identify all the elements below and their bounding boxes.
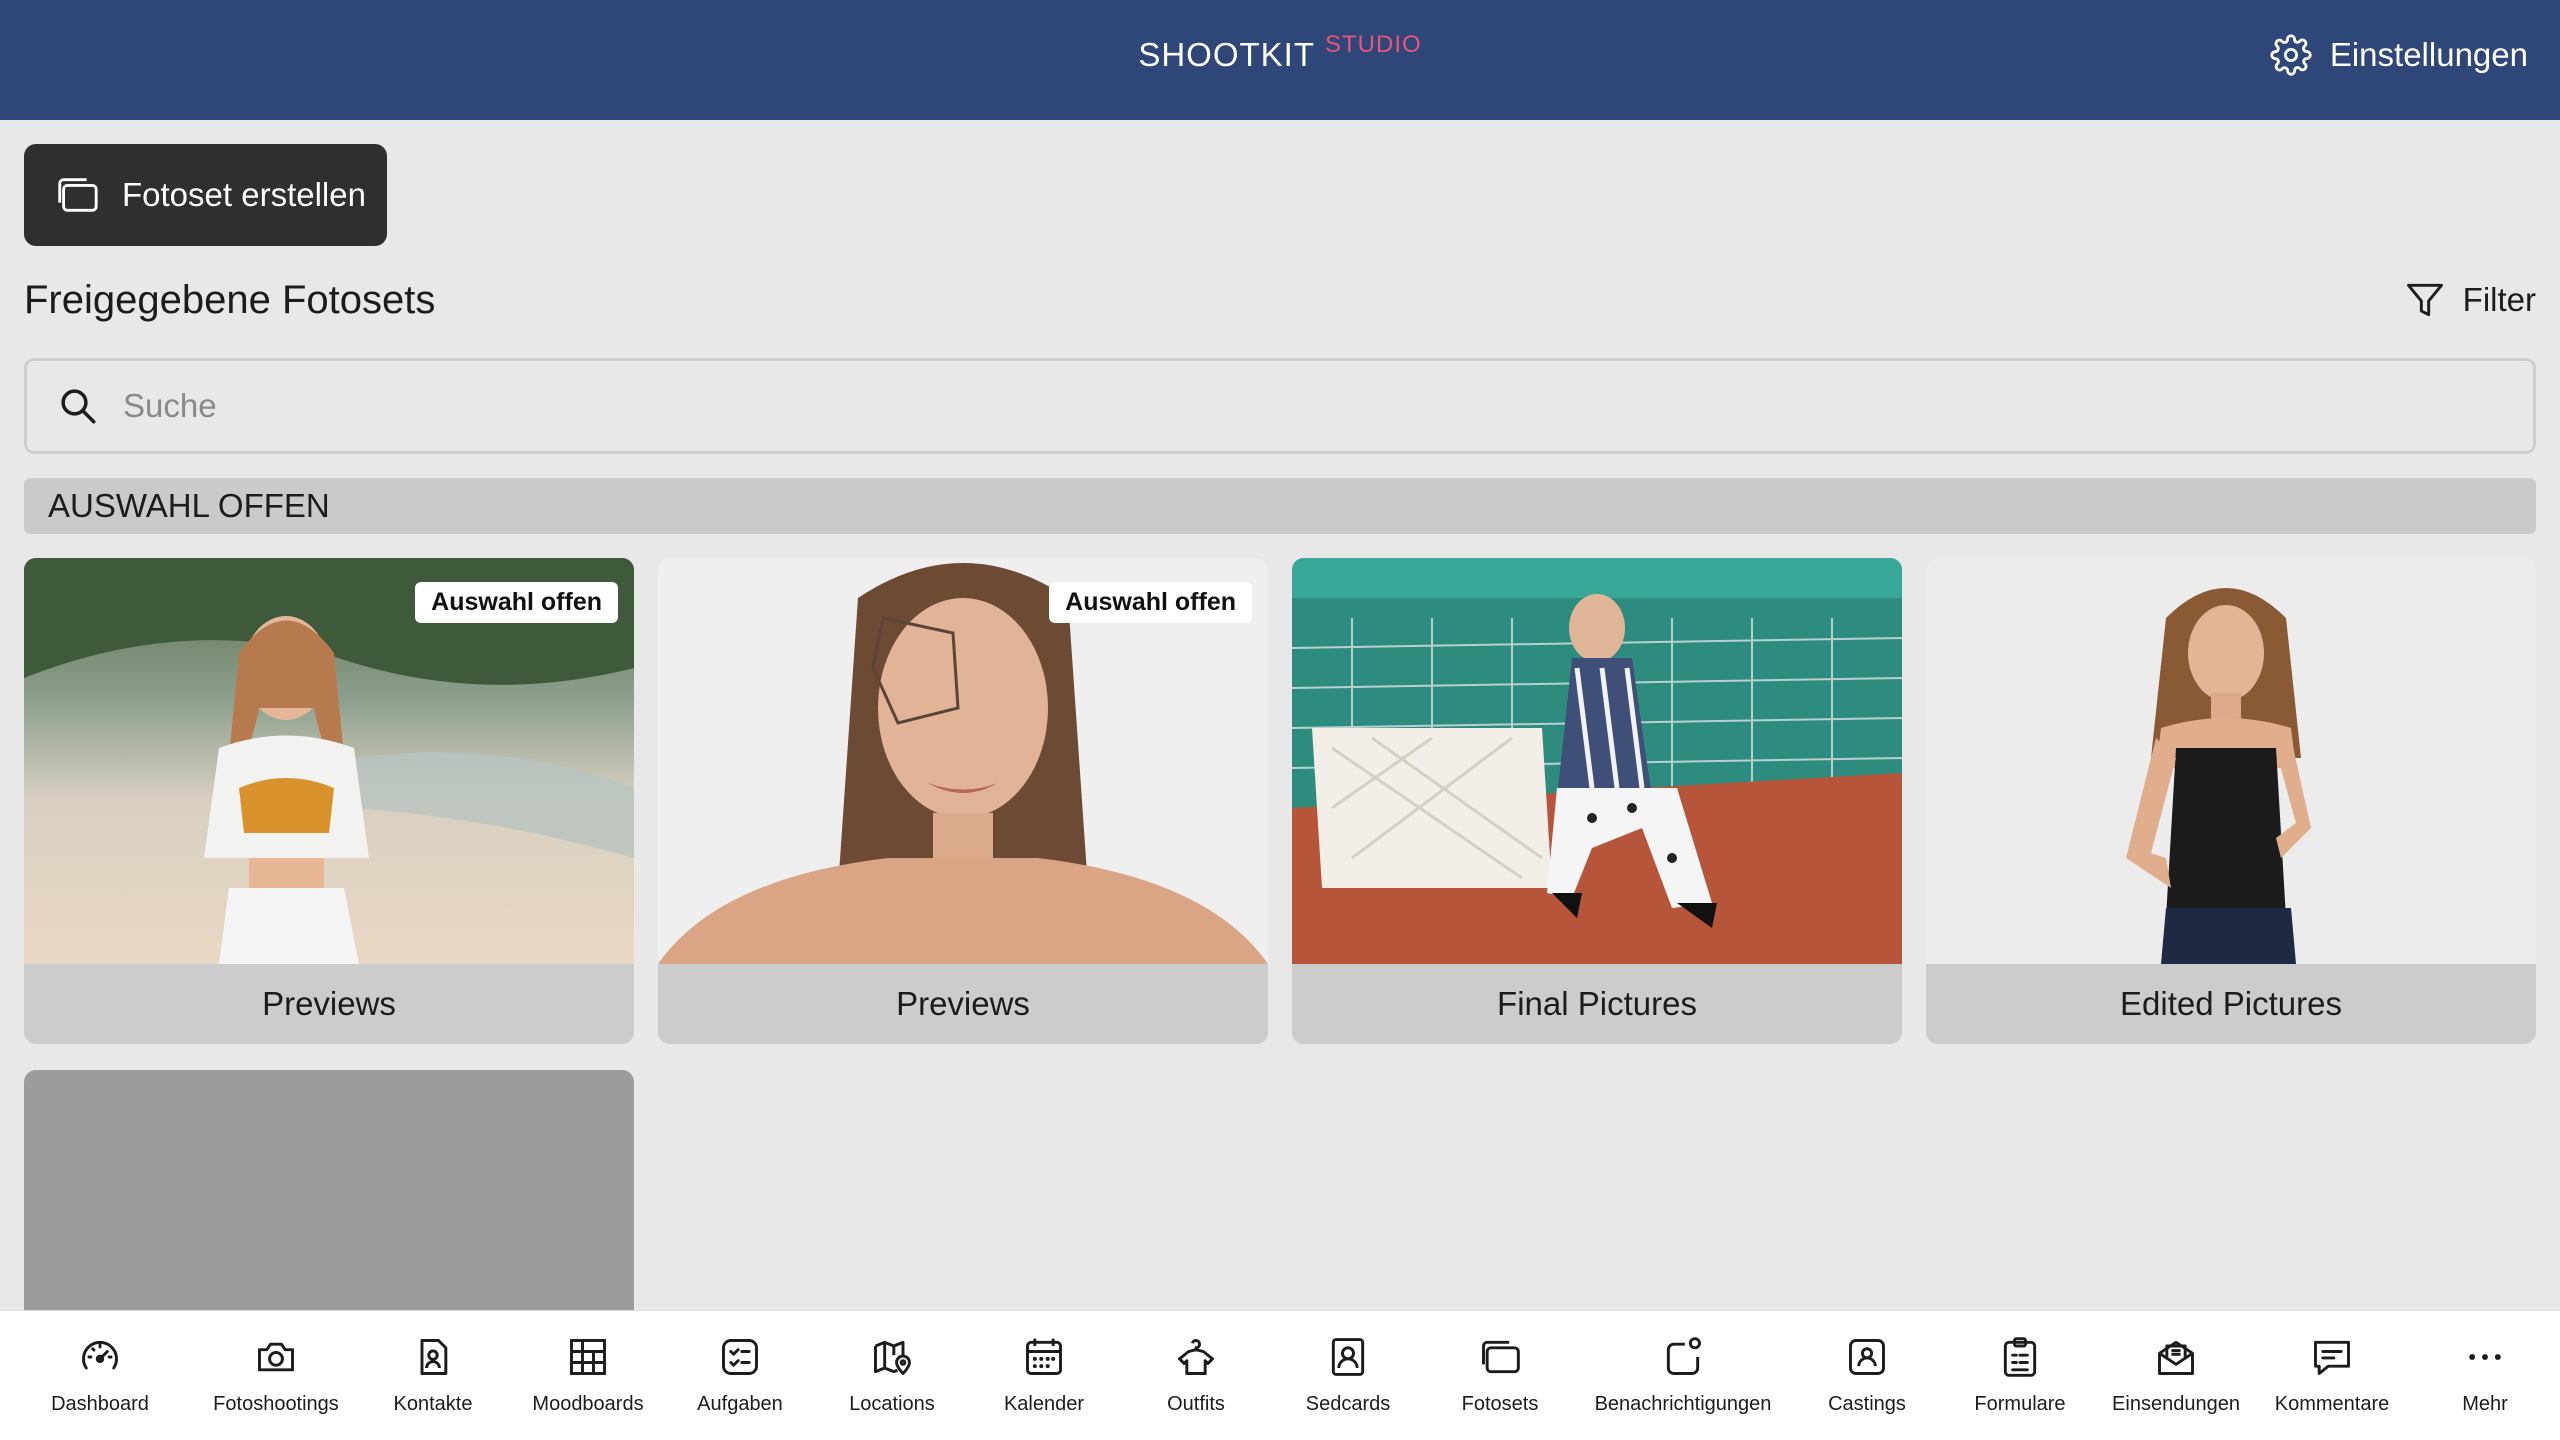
tab-label: Castings (1828, 1393, 1906, 1415)
tab-kommentare[interactable]: Kommentare (2254, 1311, 2410, 1440)
calendar-icon (1026, 1338, 1062, 1375)
contact-card-icon (420, 1339, 448, 1375)
tab-label: Kontakte (393, 1393, 473, 1415)
tab-dashboard[interactable]: Dashboard (0, 1311, 200, 1440)
gauge-icon (82, 1340, 118, 1370)
tab-benachrichtigungen[interactable]: Benachrichtigungen (1574, 1311, 1792, 1440)
tab-label: Outfits (1167, 1393, 1225, 1415)
tab-label: Moodboards (532, 1393, 644, 1415)
tab-label: Fotosets (1461, 1393, 1539, 1415)
grid-board-icon (570, 1339, 606, 1375)
funnel-icon (2406, 283, 2443, 317)
settings-label: Einstellungen (2329, 36, 2528, 73)
create-fotoset-button[interactable]: Fotoset erstellen (24, 144, 387, 246)
tab-moodboards[interactable]: Moodboards (514, 1311, 662, 1440)
tab-mehr[interactable]: Mehr (2410, 1311, 2560, 1440)
fotoset-card-label: Final Pictures (1292, 964, 1902, 1044)
tab-locations[interactable]: Locations (818, 1311, 966, 1440)
more-dots-icon (2469, 1354, 2501, 1360)
fotoset-card[interactable]: Edited Pictures (1926, 558, 2536, 1044)
top-bar: SHOOTKIT STUDIO Einstellungen (0, 0, 2560, 120)
clipboard-icon (2003, 1337, 2037, 1377)
fotoset-card-label: Edited Pictures (1926, 964, 2536, 1044)
tab-fotoshootings[interactable]: Fotoshootings (200, 1311, 352, 1440)
tab-aufgaben[interactable]: Aufgaben (662, 1311, 818, 1440)
tab-label: Kalender (1003, 1393, 1085, 1415)
tab-label: Einsendungen (2112, 1393, 2240, 1415)
fotoset-card-label: Previews (24, 964, 634, 1044)
photo-stack-icon (1482, 1340, 1520, 1374)
photo-stack-icon (58, 178, 98, 212)
map-pin-icon (874, 1340, 911, 1375)
tab-label: Fotoshootings (213, 1393, 339, 1415)
notification-icon (1666, 1337, 1701, 1375)
group-header: AUSWAHL OFFEN (24, 478, 2536, 534)
tab-label: Dashboard (51, 1393, 149, 1415)
tab-label: Sedcards (1305, 1393, 1391, 1415)
create-fotoset-label: Fotoset erstellen (122, 176, 366, 213)
tab-sedcards[interactable]: Sedcards (1270, 1311, 1426, 1440)
fotoset-card-placeholder[interactable] (24, 1070, 634, 1310)
casting-icon (1849, 1339, 1885, 1375)
photo-thumbnail (1926, 558, 2536, 964)
search-bar (24, 358, 2536, 454)
tab-kalender[interactable]: Kalender (966, 1311, 1122, 1440)
tab-label: Benachrichtigungen (1594, 1393, 1772, 1415)
tab-einsendungen[interactable]: Einsendungen (2098, 1311, 2254, 1440)
fotoset-card-label: Previews (658, 964, 1268, 1044)
brand-logo: SHOOTKIT STUDIO (0, 31, 2560, 74)
comment-icon (2314, 1340, 2350, 1375)
tab-kontakte[interactable]: Kontakte (352, 1311, 514, 1440)
photo-thumbnail (1292, 558, 1902, 964)
bottom-tab-bar: Dashboard Fotoshootings Kontakte Moodboa… (0, 1310, 2560, 1440)
tab-formulare[interactable]: Formulare (1942, 1311, 2098, 1440)
fotoset-card[interactable]: Final Pictures (1292, 558, 1902, 1044)
fotoset-card[interactable]: Auswahl offen Previews (658, 558, 1268, 1044)
fotoset-card[interactable]: Auswahl offen Previews (24, 558, 634, 1044)
tab-label: Kommentare (2274, 1393, 2390, 1415)
status-badge: Auswahl offen (1049, 582, 1252, 623)
search-icon (61, 389, 96, 424)
envelope-icon (2158, 1340, 2194, 1375)
tab-castings[interactable]: Castings (1792, 1311, 1942, 1440)
search-input[interactable] (123, 387, 2423, 425)
tab-label: Mehr (2462, 1393, 2508, 1415)
brand-sub: STUDIO (1325, 31, 1422, 58)
filter-label: Filter (2462, 281, 2536, 318)
filter-button[interactable]: Filter (2403, 278, 2536, 322)
tab-label: Aufgaben (697, 1393, 783, 1415)
page-title: Freigegebene Fotosets (24, 278, 436, 322)
tab-outfits[interactable]: Outfits (1122, 1311, 1270, 1440)
hanger-icon (1178, 1339, 1214, 1375)
gear-icon (2270, 34, 2312, 76)
status-badge: Auswahl offen (415, 582, 618, 623)
tab-fotosets[interactable]: Fotosets (1426, 1311, 1574, 1440)
brand-main: SHOOTKIT (1138, 36, 1315, 73)
camera-icon (258, 1342, 294, 1372)
checklist-icon (722, 1339, 758, 1375)
portrait-card-icon (1331, 1338, 1365, 1376)
settings-button[interactable]: Einstellungen (2270, 34, 2528, 76)
tab-label: Locations (849, 1393, 935, 1415)
tab-label: Formulare (1974, 1393, 2066, 1415)
